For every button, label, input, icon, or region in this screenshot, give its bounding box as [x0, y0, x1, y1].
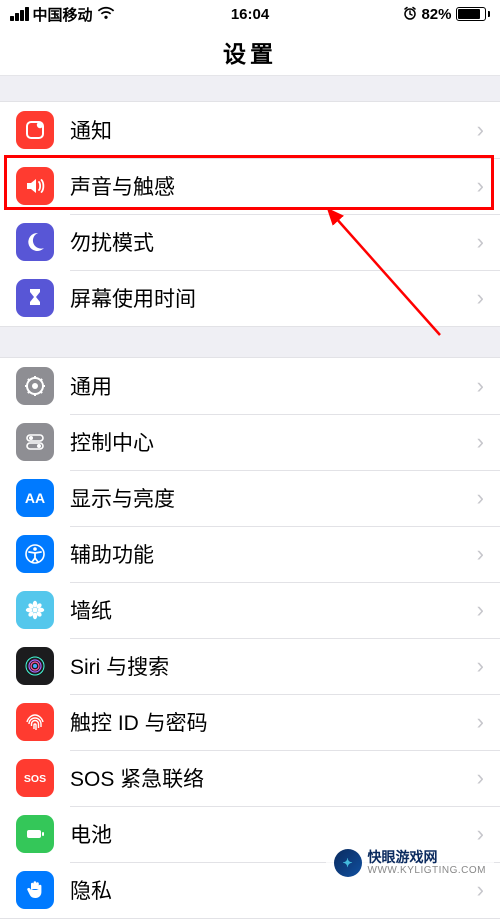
chevron-right-icon: ›	[477, 285, 484, 311]
settings-group-1: 通知 › 声音与触感 › 勿扰模式 › 屏幕使用时间 ›	[0, 101, 500, 327]
chevron-right-icon: ›	[477, 429, 484, 455]
hand-icon	[16, 871, 54, 909]
chevron-right-icon: ›	[477, 541, 484, 567]
row-notifications[interactable]: 通知 ›	[0, 102, 500, 158]
chevron-right-icon: ›	[477, 485, 484, 511]
page-title: 设置	[223, 35, 277, 69]
notification-icon	[16, 111, 54, 149]
sos-icon: SOS	[16, 759, 54, 797]
row-general[interactable]: 通用 ›	[0, 358, 500, 414]
row-display-brightness[interactable]: AA 显示与亮度 ›	[0, 470, 500, 526]
row-label: 显示与亮度	[70, 483, 477, 513]
chevron-right-icon: ›	[477, 229, 484, 255]
row-label: 触控 ID 与密码	[70, 707, 477, 737]
status-time: 16:04	[0, 6, 500, 23]
chevron-right-icon: ›	[477, 173, 484, 199]
settings-group-2: 通用 › 控制中心 › AA 显示与亮度 › 辅助功能 › 墙纸 › Siri …	[0, 357, 500, 919]
watermark-text: 快眼游戏网 WWW.KYLIGTING.COM	[368, 850, 487, 876]
row-control-center[interactable]: 控制中心 ›	[0, 414, 500, 470]
accessibility-icon	[16, 535, 54, 573]
watermark-url: WWW.KYLIGTING.COM	[368, 865, 487, 876]
row-label: Siri 与搜索	[70, 651, 477, 681]
chevron-right-icon: ›	[477, 597, 484, 623]
watermark-brand: 快眼游戏网	[368, 850, 487, 865]
row-sos[interactable]: SOS SOS 紧急联络 ›	[0, 750, 500, 806]
flower-icon	[16, 591, 54, 629]
siri-icon	[16, 647, 54, 685]
chevron-right-icon: ›	[477, 373, 484, 399]
chevron-right-icon: ›	[477, 653, 484, 679]
sound-icon	[16, 167, 54, 205]
row-label: 辅助功能	[70, 539, 477, 569]
row-siri-search[interactable]: Siri 与搜索 ›	[0, 638, 500, 694]
row-touchid-passcode[interactable]: 触控 ID 与密码 ›	[0, 694, 500, 750]
moon-icon	[16, 223, 54, 261]
watermark: ✦ 快眼游戏网 WWW.KYLIGTING.COM	[326, 845, 495, 881]
fingerprint-icon	[16, 703, 54, 741]
chevron-right-icon: ›	[477, 765, 484, 791]
row-accessibility[interactable]: 辅助功能 ›	[0, 526, 500, 582]
svg-text:AA: AA	[25, 490, 45, 506]
nav-header: 设置	[0, 28, 500, 76]
row-label: 通知	[70, 115, 477, 145]
battery-icon	[456, 7, 491, 21]
row-do-not-disturb[interactable]: 勿扰模式 ›	[0, 214, 500, 270]
row-screen-time[interactable]: 屏幕使用时间 ›	[0, 270, 500, 326]
aa-icon: AA	[16, 479, 54, 517]
chevron-right-icon: ›	[477, 709, 484, 735]
hourglass-icon	[16, 279, 54, 317]
watermark-logo-icon: ✦	[334, 849, 362, 877]
row-label: SOS 紧急联络	[70, 763, 477, 793]
row-sound-haptics[interactable]: 声音与触感 ›	[0, 158, 500, 214]
switches-icon	[16, 423, 54, 461]
status-bar: 中国移动 16:04 82%	[0, 0, 500, 28]
row-label: 屏幕使用时间	[70, 283, 477, 313]
row-label: 通用	[70, 371, 477, 401]
row-label: 墙纸	[70, 595, 477, 625]
row-label: 声音与触感	[70, 171, 477, 201]
battery-icon	[16, 815, 54, 853]
row-label: 勿扰模式	[70, 227, 477, 257]
chevron-right-icon: ›	[477, 117, 484, 143]
chevron-right-icon: ›	[477, 821, 484, 847]
gear-icon	[16, 367, 54, 405]
row-wallpaper[interactable]: 墙纸 ›	[0, 582, 500, 638]
svg-text:SOS: SOS	[24, 773, 46, 785]
row-label: 控制中心	[70, 427, 477, 457]
